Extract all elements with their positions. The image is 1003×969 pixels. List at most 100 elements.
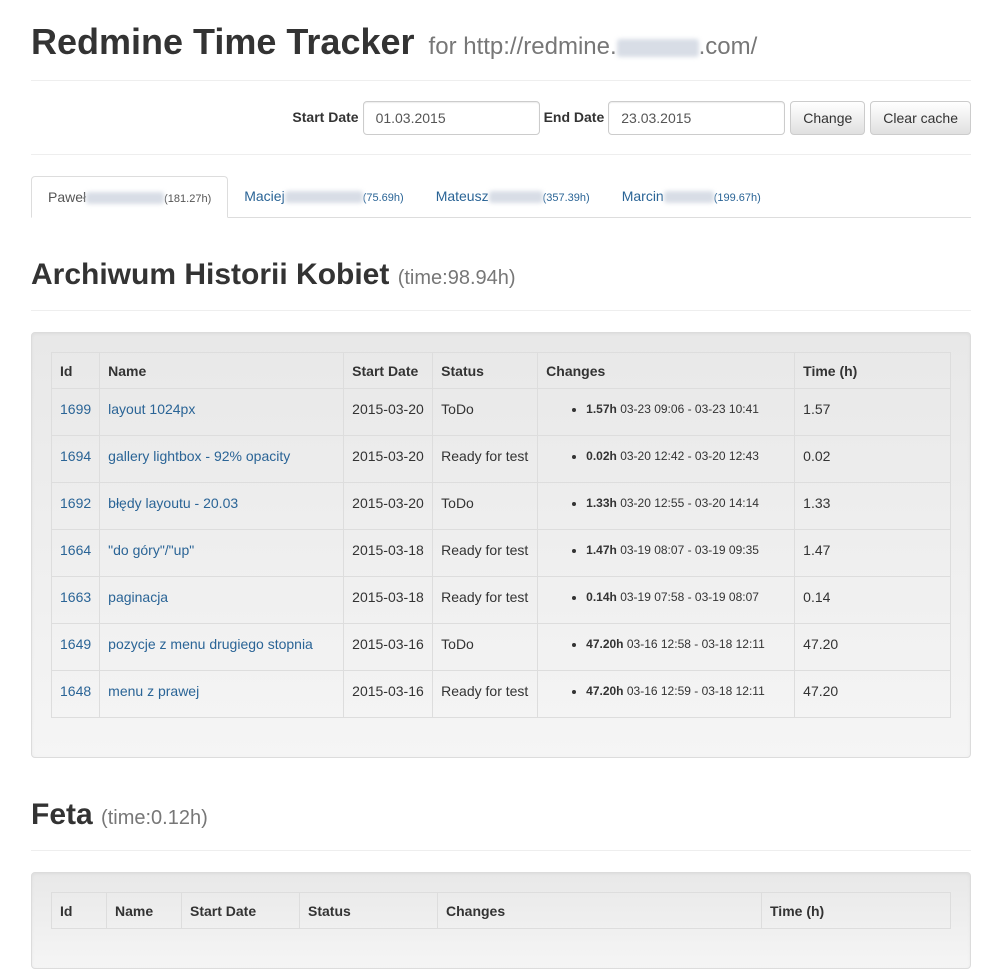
change-hours: 47.20h bbox=[586, 684, 624, 698]
page-title: Redmine Time Tracker for http://redmine.… bbox=[31, 22, 971, 67]
redacted-surname bbox=[284, 191, 363, 204]
issue-status: ToDo bbox=[432, 388, 539, 436]
issue-start-date: 2015-03-20 bbox=[343, 388, 434, 436]
tab-hours: (75.69h) bbox=[362, 192, 404, 204]
change-hours: 1.47h bbox=[586, 543, 617, 557]
change-range: 03-23 09:06 - 03-23 10:41 bbox=[620, 402, 759, 416]
change-entry: 1.33h 03-20 12:55 - 03-20 14:14 bbox=[586, 495, 786, 511]
issue-name-link[interactable]: gallery lightbox - 92% opacity bbox=[108, 448, 290, 464]
issue-name-link[interactable]: błędy layoutu - 20.03 bbox=[108, 495, 238, 511]
issue-name-cell: błędy layoutu - 20.03 bbox=[99, 482, 345, 530]
issue-time: 47.20 bbox=[794, 670, 951, 718]
redmine-url: for http://redmine. .com/ bbox=[429, 33, 758, 60]
change-hours: 1.57h bbox=[586, 402, 617, 416]
issue-id-link[interactable]: 1648 bbox=[60, 683, 91, 699]
date-filter-bar: Start Date End Date Change Clear cache bbox=[31, 81, 971, 155]
tab-marcin[interactable]: Marcin (199.67h) bbox=[606, 176, 777, 217]
issue-name-cell: gallery lightbox - 92% opacity bbox=[99, 435, 345, 483]
issue-time: 0.02 bbox=[794, 435, 951, 483]
project-title: Archiwum Historii Kobiet (time:98.94h) bbox=[31, 258, 971, 295]
change-entry: 0.14h 03-19 07:58 - 03-19 08:07 bbox=[586, 589, 786, 605]
issue-status: Ready for test bbox=[432, 435, 539, 483]
issue-name-link[interactable]: pozycje z menu drugiego stopnia bbox=[108, 636, 313, 652]
tab-hours: (199.67h) bbox=[713, 192, 761, 204]
table-row: 1664 "do góry"/"up" 2015-03-18 Ready for te… bbox=[50, 529, 951, 577]
issue-changes: 47.20h 03-16 12:59 - 03-18 12:11 bbox=[537, 670, 796, 718]
issue-time: 1.47 bbox=[794, 529, 951, 577]
issue-time: 1.57 bbox=[794, 388, 951, 436]
url-suffix: .com/ bbox=[698, 33, 758, 60]
change-hours: 47.20h bbox=[586, 637, 624, 651]
issue-changes: 1.33h 03-20 12:55 - 03-20 14:14 bbox=[537, 482, 796, 530]
issue-name-cell: "do góry"/"up" bbox=[99, 529, 345, 577]
change-hours: 0.14h bbox=[586, 590, 617, 604]
tab-maciej[interactable]: Maciej (75.69h) bbox=[228, 176, 419, 217]
issue-start-date: 2015-03-16 bbox=[343, 623, 434, 671]
issue-name-cell: paginacja bbox=[99, 576, 345, 624]
table-row: 1692 błędy layoutu - 20.03 2015-03-20ToDo 1… bbox=[50, 482, 951, 530]
change-range: 03-20 12:55 - 03-20 14:14 bbox=[620, 496, 759, 510]
page-header: Redmine Time Tracker for http://redmine.… bbox=[31, 0, 971, 81]
change-entry: 47.20h 03-16 12:58 - 03-18 12:11 bbox=[586, 636, 786, 652]
issue-name-link[interactable]: paginacja bbox=[108, 589, 168, 605]
change-hours: 0.02h bbox=[586, 449, 617, 463]
issue-name-cell: pozycje z menu drugiego stopnia bbox=[99, 623, 345, 671]
column-header-status: Status bbox=[299, 892, 438, 929]
issue-id-link[interactable]: 1692 bbox=[60, 495, 91, 511]
column-header-id: Id bbox=[51, 892, 107, 929]
project-name: Feta bbox=[31, 798, 93, 831]
table-row: 1648 menu z prawej 2015-03-16 Ready for tes… bbox=[50, 670, 951, 718]
issue-id-cell: 1699 bbox=[50, 388, 101, 436]
project-header: Archiwum Historii Kobiet (time:98.94h) bbox=[31, 258, 971, 311]
redacted-surname bbox=[86, 192, 165, 205]
issues-table: Id Name Start Date Status Changes Time (… bbox=[51, 892, 951, 929]
issue-start-date: 2015-03-18 bbox=[343, 576, 434, 624]
issue-start-date: 2015-03-20 bbox=[343, 435, 434, 483]
issue-start-date: 2015-03-20 bbox=[343, 482, 434, 530]
tab-mateusz[interactable]: Mateusz (357.39h) bbox=[420, 176, 606, 217]
issue-name-cell: layout 1024px bbox=[99, 388, 345, 436]
start-date-input[interactable] bbox=[362, 101, 540, 135]
column-header-changes: Changes bbox=[437, 892, 762, 929]
change-range: 03-20 12:42 - 03-20 12:43 bbox=[620, 449, 759, 463]
clear-cache-button[interactable]: Clear cache bbox=[870, 101, 971, 135]
change-button[interactable]: Change bbox=[790, 101, 866, 135]
issue-changes: 1.57h 03-23 09:06 - 03-23 10:41 bbox=[537, 388, 796, 436]
issue-id-cell: 1648 bbox=[50, 670, 101, 718]
tab-name: Maciej bbox=[244, 188, 285, 204]
column-header-start-date: Start Date bbox=[343, 352, 434, 389]
end-date-input[interactable] bbox=[608, 101, 786, 135]
column-header-changes: Changes bbox=[537, 352, 796, 389]
project-time: (time:98.94h) bbox=[397, 267, 516, 289]
table-row: 1663 paginacja 2015-03-18Ready for test 0.1… bbox=[50, 576, 951, 624]
issue-name-cell: menu z prawej bbox=[99, 670, 345, 718]
change-hours: 1.33h bbox=[586, 496, 617, 510]
redacted-surname bbox=[663, 191, 714, 204]
user-tabs: Paweł (181.27h) Maciej (75.69h) Mateusz (35… bbox=[31, 176, 971, 218]
issue-id-link[interactable]: 1649 bbox=[60, 636, 91, 652]
issue-id-link[interactable]: 1694 bbox=[60, 448, 91, 464]
tab-pawel[interactable]: Paweł (181.27h) bbox=[31, 176, 229, 218]
issue-changes: 0.14h 03-19 07:58 - 03-19 08:07 bbox=[537, 576, 796, 624]
issue-name-link[interactable]: "do góry"/"up" bbox=[108, 542, 194, 558]
issue-start-date: 2015-03-16 bbox=[343, 670, 434, 718]
issue-time: 0.14 bbox=[794, 576, 951, 624]
issue-id-link[interactable]: 1663 bbox=[60, 589, 91, 605]
project-title: Feta (time:0.12h) bbox=[31, 798, 971, 835]
redacted-surname bbox=[488, 191, 543, 204]
issue-status: ToDo bbox=[432, 623, 539, 671]
project-time: (time:0.12h) bbox=[101, 807, 208, 829]
issue-status: Ready for test bbox=[432, 529, 539, 577]
tab-hours: (357.39h) bbox=[542, 192, 590, 204]
table-row: 1694 gallery lightbox - 92% opacity 2015-0… bbox=[50, 435, 951, 483]
issue-name-link[interactable]: layout 1024px bbox=[108, 401, 195, 417]
start-date-label: Start Date bbox=[292, 109, 359, 125]
issue-changes: 0.02h 03-20 12:42 - 03-20 12:43 bbox=[537, 435, 796, 483]
table-row: 1649 pozycje z menu drugiego stopnia 2015-… bbox=[50, 623, 951, 671]
change-range: 03-19 08:07 - 03-19 09:35 bbox=[620, 543, 759, 557]
change-range: 03-19 07:58 - 03-19 08:07 bbox=[620, 590, 759, 604]
project-issues-panel: Id Name Start Date Status Changes Time (… bbox=[31, 872, 971, 969]
issue-id-link[interactable]: 1699 bbox=[60, 401, 91, 417]
issue-name-link[interactable]: menu z prawej bbox=[108, 683, 199, 699]
issue-id-link[interactable]: 1664 bbox=[60, 542, 91, 558]
